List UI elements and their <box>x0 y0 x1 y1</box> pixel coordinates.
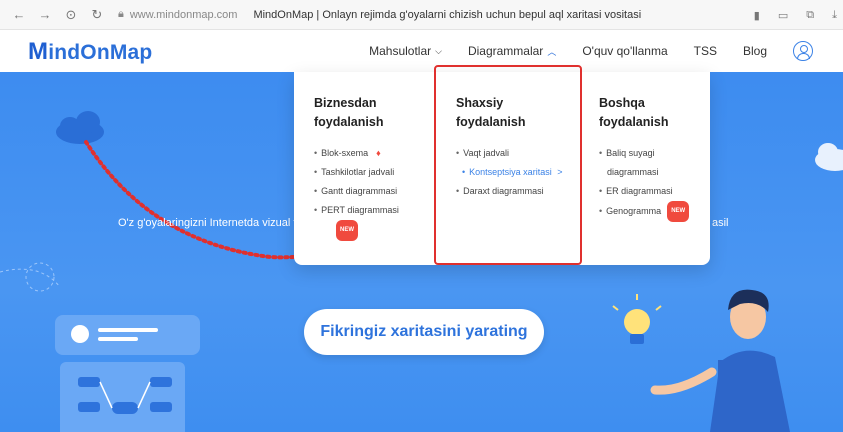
hero-subtitle-left: O'z g'oyalaringizni Internetda vizual ta <box>118 217 303 229</box>
bookmark-icon[interactable]: ▮ <box>754 9 760 22</box>
reload-icon[interactable]: ↻ <box>86 7 108 23</box>
back-arrow-icon[interactable]: ← <box>8 7 30 22</box>
column-title-other: Boshqa foydalanish <box>599 96 669 129</box>
nav-diagrams[interactable]: Diagrammalar ︿ <box>468 44 556 58</box>
user-avatar-icon[interactable] <box>793 41 813 61</box>
menu-item-org-chart[interactable]: Tashkilotlar jadvali <box>314 163 444 182</box>
menu-item-gantt-chart[interactable]: Gantt diagrammasi <box>314 182 444 201</box>
mindmap-illustration <box>55 315 200 432</box>
nav-blog[interactable]: Blog <box>743 44 767 58</box>
reader-mode-icon[interactable]: ⊙ <box>60 7 82 23</box>
new-badge: NEW <box>667 201 690 222</box>
nav-products[interactable]: Mahsulotlar ⌵ <box>369 44 442 58</box>
menu-item-pert-chart[interactable]: PERT diagrammasi <box>314 201 444 220</box>
dropdown-column-other: Boshqa foydalanish Baliq suyagi diagramm… <box>599 94 729 222</box>
fire-icon: ♦ <box>376 148 381 158</box>
site-header: MindOnMap Mahsulotlar ⌵ Diagrammalar ︿ O… <box>0 30 843 72</box>
diagrams-dropdown-menu: Biznesdan foydalanish Blok-sxema♦ Tashki… <box>294 65 710 265</box>
download-icon[interactable]: ⤓ <box>832 9 837 22</box>
nav-tutorial[interactable]: O'quv qo'llanma <box>582 44 667 58</box>
menu-item-fishbone[interactable]: Baliq suyagi <box>599 144 729 163</box>
dropdown-column-business: Biznesdan foydalanish Blok-sxema♦ Tashki… <box>314 94 444 241</box>
lightbulb-icon <box>612 294 662 344</box>
menu-item-genogram[interactable]: GenogrammaNEW <box>599 201 729 222</box>
cloud-icon-left <box>56 111 104 144</box>
lock-icon: 🔒︎ <box>118 8 124 20</box>
red-highlight-box <box>434 65 582 265</box>
mindonmap-logo[interactable]: MindOnMap <box>28 38 152 66</box>
menu-item-er-diagram[interactable]: ER diagrammasi <box>599 182 729 201</box>
menu-item-flowchart[interactable]: Blok-sxema♦ <box>314 144 444 163</box>
chevron-up-icon: ︿ <box>547 46 557 57</box>
new-badge-row: NEW <box>314 220 444 241</box>
browser-toolbar: ← → ⊙ ↻ 🔒︎ www.mindonmap.com MindOnMap |… <box>0 0 843 30</box>
url-domain: www.mindonmap.com <box>129 8 238 21</box>
forward-arrow-icon[interactable]: → <box>34 7 56 22</box>
page-title: MindOnMap | Onlayn rejimda g'oyalarni ch… <box>253 8 642 21</box>
person-illustration <box>650 289 790 432</box>
cloud-icon-right <box>815 143 843 171</box>
address-bar[interactable]: 🔒︎ www.mindonmap.com MindOnMap | Onlayn … <box>118 8 641 21</box>
battery-icon[interactable]: ▭ <box>778 9 788 22</box>
new-badge: NEW <box>336 220 358 241</box>
chevron-down-icon: ⌵ <box>435 45 442 56</box>
create-mindmap-button[interactable]: Fikringiz xaritasini yarating <box>304 309 544 355</box>
share-icon[interactable]: ⧉ <box>806 9 814 22</box>
column-title-business: Biznesdan foydalanish <box>314 96 384 129</box>
nav-faq[interactable]: TSS <box>694 44 717 58</box>
menu-item-fishbone-cont[interactable]: diagrammasi <box>599 163 729 182</box>
